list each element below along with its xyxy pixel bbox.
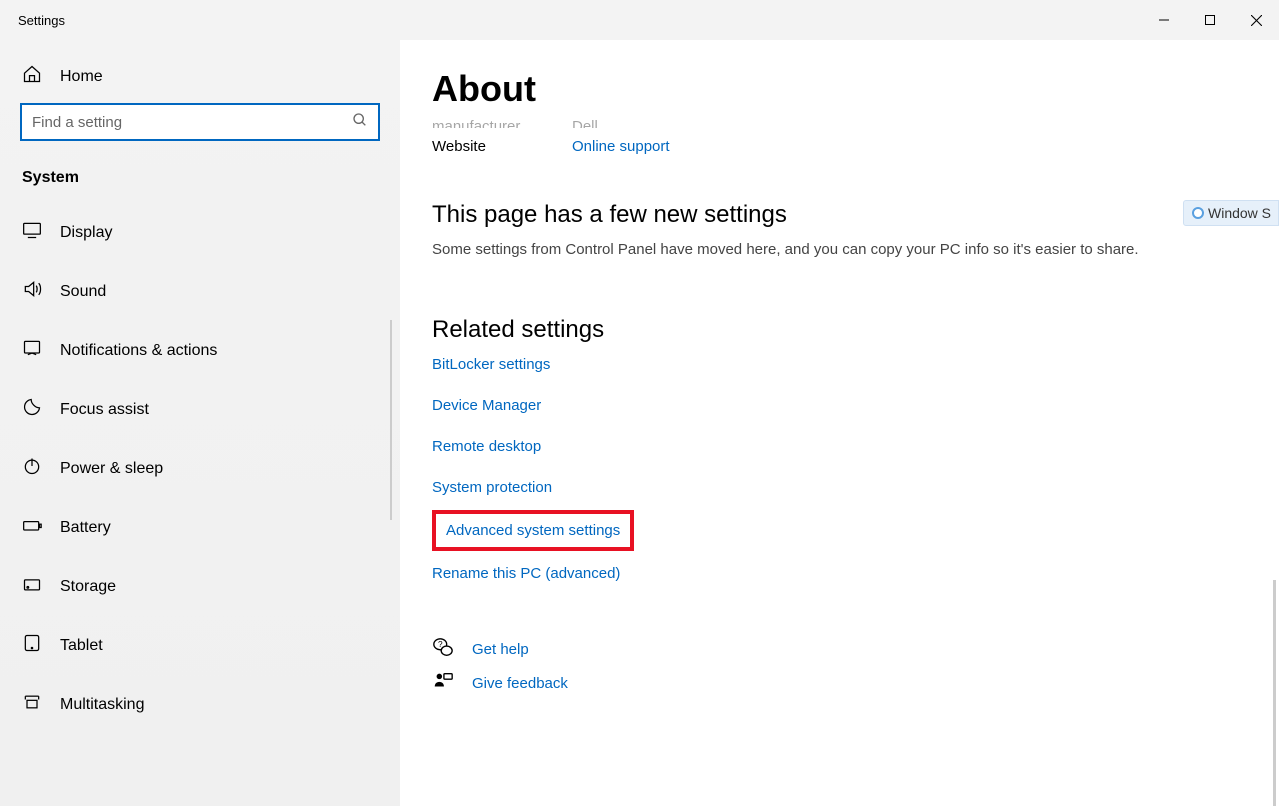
- sidebar-item-label: Tablet: [60, 637, 103, 655]
- sidebar-item-label: Battery: [60, 519, 111, 537]
- home-nav[interactable]: Home: [0, 50, 400, 103]
- sidebar-item-display[interactable]: Display: [0, 203, 400, 262]
- sidebar-section-label: System: [0, 161, 400, 203]
- display-icon: [22, 220, 42, 245]
- home-label: Home: [60, 68, 103, 86]
- minimize-button[interactable]: [1141, 0, 1187, 40]
- sidebar-item-storage[interactable]: Storage: [0, 557, 400, 616]
- search-input[interactable]: [32, 114, 352, 131]
- sidebar-item-multitasking[interactable]: Multitasking: [0, 675, 400, 734]
- content-area: About manufacturer Dell Website Online s…: [400, 40, 1279, 806]
- battery-icon: [22, 515, 42, 540]
- give-feedback-icon: [432, 670, 454, 696]
- related-settings-heading: Related settings: [432, 316, 1239, 344]
- search-icon: [352, 112, 368, 132]
- sidebar-item-label: Storage: [60, 578, 116, 596]
- get-help-link[interactable]: Get help: [472, 641, 529, 658]
- maximize-button[interactable]: [1187, 0, 1233, 40]
- tablet-icon: [22, 633, 42, 658]
- content-scrollbar[interactable]: [1273, 580, 1276, 806]
- sidebar-item-tablet[interactable]: Tablet: [0, 616, 400, 675]
- link-bitlocker-settings[interactable]: BitLocker settings: [432, 344, 550, 385]
- sidebar-item-sound[interactable]: Sound: [0, 262, 400, 321]
- sidebar-scrollbar[interactable]: [390, 320, 392, 520]
- link-system-protection[interactable]: System protection: [432, 467, 552, 508]
- window-controls: [1141, 0, 1279, 40]
- sidebar-item-label: Sound: [60, 283, 106, 301]
- online-support-link[interactable]: Online support: [572, 138, 670, 155]
- sidebar-item-label: Multitasking: [60, 696, 144, 714]
- sidebar-item-label: Power & sleep: [60, 460, 163, 478]
- sidebar: Home System Display Sound Notifications …: [0, 40, 400, 806]
- link-advanced-system-settings[interactable]: Advanced system settings: [446, 522, 620, 539]
- sidebar-item-power-sleep[interactable]: Power & sleep: [0, 439, 400, 498]
- highlight-box: Advanced system settings: [432, 510, 634, 551]
- link-remote-desktop[interactable]: Remote desktop: [432, 426, 541, 467]
- sidebar-item-focus-assist[interactable]: Focus assist: [0, 380, 400, 439]
- multitasking-icon: [22, 692, 42, 717]
- cutoff-row: manufacturer Dell: [432, 108, 1239, 128]
- sidebar-item-notifications[interactable]: Notifications & actions: [0, 321, 400, 380]
- titlebar: Settings: [0, 0, 1279, 40]
- notifications-icon: [22, 338, 42, 363]
- storage-icon: [22, 574, 42, 599]
- give-feedback-link[interactable]: Give feedback: [472, 675, 568, 692]
- search-input-container[interactable]: [20, 103, 380, 141]
- home-icon: [22, 64, 42, 89]
- windows-tip-pill[interactable]: Window S: [1183, 200, 1279, 226]
- focus-assist-icon: [22, 397, 42, 422]
- get-help-icon: ?: [432, 636, 454, 662]
- sound-icon: [22, 279, 42, 304]
- link-rename-this-pc[interactable]: Rename this PC (advanced): [432, 553, 620, 594]
- window-title: Settings: [18, 13, 65, 28]
- sidebar-item-label: Display: [60, 224, 112, 242]
- sidebar-item-label: Focus assist: [60, 401, 149, 419]
- new-settings-desc: Some settings from Control Panel have mo…: [432, 239, 1239, 260]
- close-button[interactable]: [1233, 0, 1279, 40]
- page-title: About: [432, 68, 1239, 110]
- power-icon: [22, 456, 42, 481]
- website-row: Website Online support: [432, 128, 1239, 165]
- website-label: Website: [432, 138, 532, 155]
- sidebar-item-label: Notifications & actions: [60, 342, 217, 360]
- new-settings-heading: This page has a few new settings: [432, 201, 1239, 229]
- link-device-manager[interactable]: Device Manager: [432, 385, 541, 426]
- sidebar-item-battery[interactable]: Battery: [0, 498, 400, 557]
